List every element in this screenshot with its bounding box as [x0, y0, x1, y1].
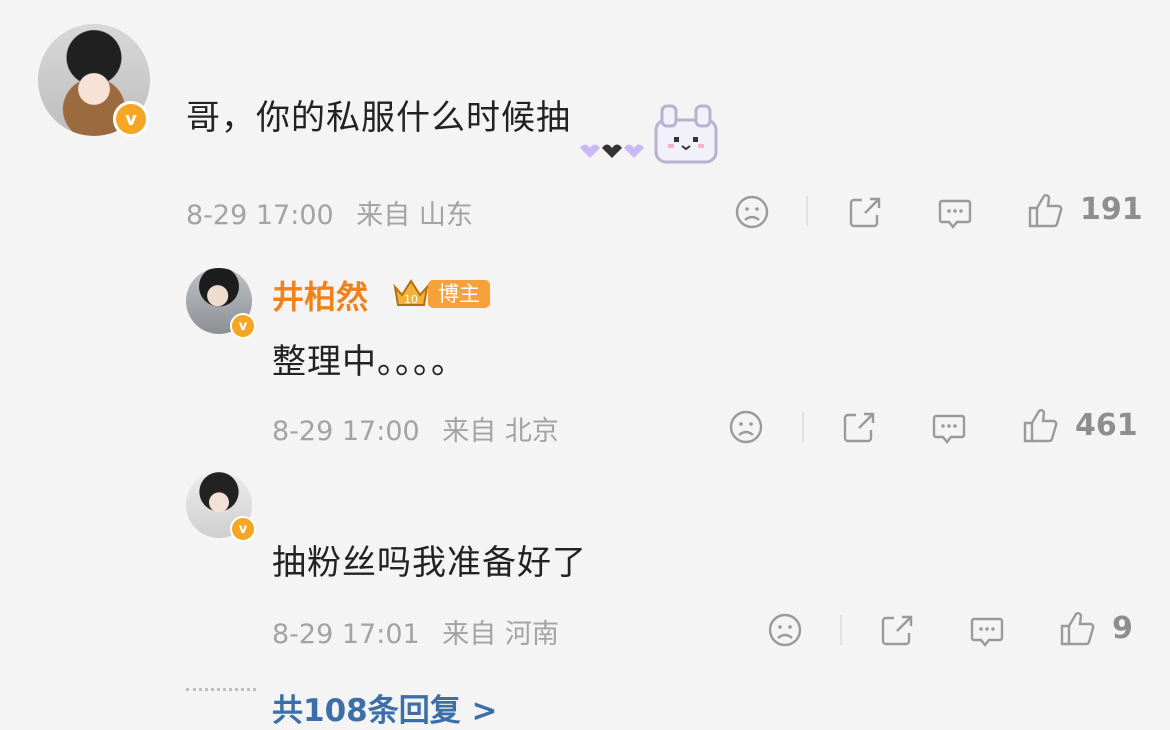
- thumbs-up-icon[interactable]: [1026, 192, 1064, 230]
- verified-badge: v: [230, 313, 256, 339]
- share-icon[interactable]: [840, 408, 878, 446]
- reply-time: 8-29 17:01: [272, 619, 420, 650]
- dotted-divider: [186, 688, 256, 691]
- crown-icon: 10: [391, 275, 431, 309]
- divider: [840, 615, 842, 645]
- comment-meta: 8-29 17:00 来自 山东: [186, 193, 473, 232]
- share-icon[interactable]: [878, 611, 916, 649]
- thumbs-up-icon[interactable]: [1021, 407, 1059, 445]
- reply-location: 来自 北京: [442, 416, 559, 447]
- reply-meta: 8-29 17:01 来自 河南: [272, 612, 559, 651]
- comment-location: 来自 山东: [356, 200, 473, 231]
- sad-face-icon[interactable]: [733, 193, 771, 231]
- reply-text: 整理中。。。。: [272, 342, 466, 382]
- like-count: 9: [1112, 611, 1133, 646]
- comment-time: 8-29 17:00: [186, 200, 334, 231]
- verified-badge: v: [113, 101, 149, 137]
- comment-text: 哥，你的私服什么时候抽: [186, 98, 571, 138]
- thumbs-up-icon[interactable]: [1058, 610, 1096, 648]
- sad-face-icon[interactable]: [727, 408, 765, 446]
- reply-time: 8-29 17:00: [272, 416, 420, 447]
- reply-text: 抽粉丝吗我准备好了: [272, 543, 587, 583]
- like-count: 461: [1075, 408, 1138, 443]
- more-replies-link[interactable]: 共108条回复 >: [272, 685, 497, 730]
- verified-badge: v: [230, 516, 256, 542]
- divider: [802, 412, 804, 442]
- comment-icon[interactable]: [930, 408, 968, 446]
- rabbit-sticker-icon: [574, 104, 724, 168]
- divider: [806, 196, 808, 226]
- level-number: 10: [404, 293, 418, 306]
- reply-location: 来自 河南: [442, 619, 559, 650]
- comment-icon[interactable]: [936, 193, 974, 231]
- sad-face-icon[interactable]: [766, 611, 804, 649]
- like-count: 191: [1080, 192, 1143, 227]
- author-badge: 博主: [428, 280, 490, 308]
- reply-meta: 8-29 17:00 来自 北京: [272, 409, 559, 448]
- comment-icon[interactable]: [968, 611, 1006, 649]
- author-name[interactable]: 井柏然: [272, 272, 368, 318]
- share-icon[interactable]: [846, 193, 884, 231]
